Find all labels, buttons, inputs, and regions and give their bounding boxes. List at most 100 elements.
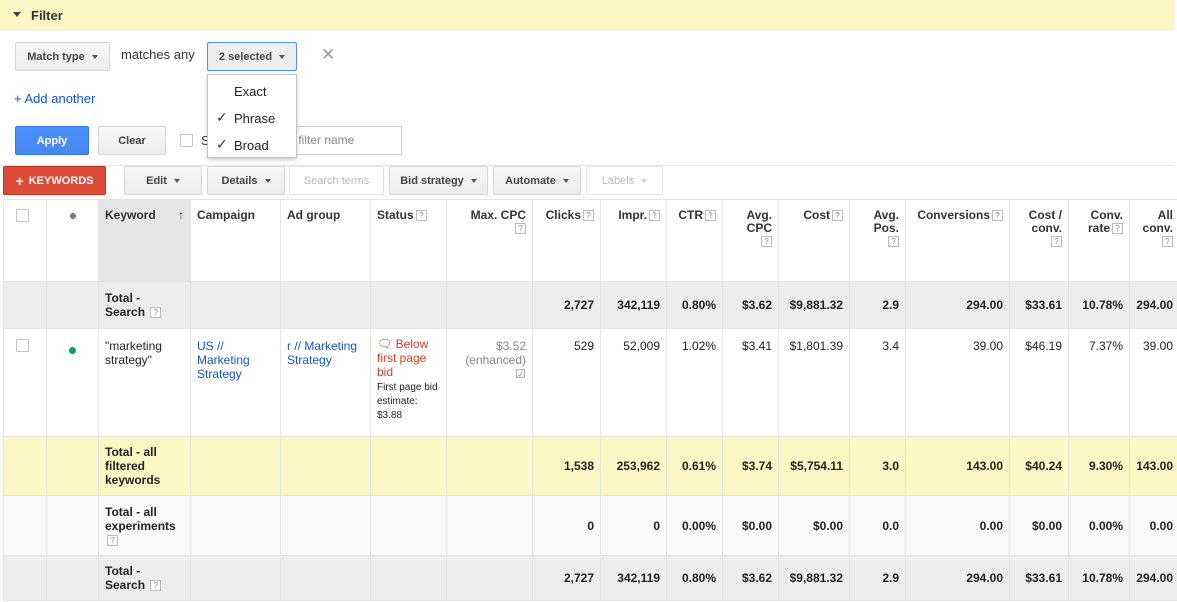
header-clicks[interactable]: Clicks?	[532, 199, 601, 282]
help-icon[interactable]: ?	[415, 210, 427, 222]
details-menu-button[interactable]: Details	[207, 166, 285, 195]
comment-icon[interactable]: 🗨	[377, 337, 392, 351]
clicks-value: 2,727	[532, 281, 601, 329]
option-exact[interactable]: Exact	[208, 77, 296, 104]
help-icon[interactable]: ?	[705, 210, 716, 222]
header-conversions[interactable]: Conversions?	[905, 199, 1010, 282]
total-label: Total -	[105, 291, 141, 305]
total-filtered-row: Total - all filtered keywords 1,538 253,…	[3, 436, 1177, 496]
header-label: Conv.	[1090, 208, 1123, 222]
match-type-options-menu: Exact ✓ Phrase ✓ Broad	[207, 74, 297, 158]
labels-label: Labels	[601, 174, 635, 187]
ctr-value: 0.80%	[666, 281, 723, 329]
max-cpc-cell[interactable]: $3.52 (enhanced) ☑	[446, 328, 533, 437]
help-icon[interactable]: ?	[761, 236, 772, 248]
header-avg-pos[interactable]: Avg. Pos.?	[849, 199, 906, 282]
clear-button[interactable]: Clear	[98, 126, 166, 155]
help-icon[interactable]: ?	[832, 210, 843, 222]
option-label: Broad	[234, 138, 269, 153]
save-filter-checkbox[interactable]	[180, 134, 193, 147]
help-icon[interactable]: ?	[150, 307, 162, 319]
filter-name-input[interactable]: r filter name	[286, 126, 402, 155]
search-terms-button[interactable]: Search terms	[289, 166, 384, 195]
header-ctr[interactable]: CTR?	[666, 199, 723, 282]
header-label: Campaign	[197, 208, 256, 222]
avg-pos-value: 3.4	[849, 328, 906, 437]
row-checkbox[interactable]	[16, 339, 29, 352]
empty-cell	[190, 281, 281, 329]
help-icon[interactable]: ?	[515, 223, 526, 235]
cost-per-conv-value: $33.61	[1009, 555, 1069, 601]
option-broad[interactable]: ✓ Broad	[208, 131, 296, 158]
all-conv-value: 294.00	[1129, 555, 1177, 601]
header-status[interactable]: Status?	[370, 199, 447, 282]
empty-cell	[280, 495, 371, 556]
chevron-down-icon	[279, 54, 286, 59]
table-header-row: Keyword ↑ Campaign Ad group Status? Max. …	[3, 199, 1177, 282]
bid-chart-icon[interactable]: ☑	[515, 367, 526, 381]
empty-cell	[446, 281, 533, 329]
help-icon[interactable]: ?	[992, 210, 1003, 222]
header-label: Cost	[803, 208, 830, 222]
plus-icon: +	[15, 172, 24, 189]
header-ad-group[interactable]: Ad group	[280, 199, 371, 282]
apply-button[interactable]: Apply	[15, 126, 89, 155]
sort-ascending-icon: ↑	[178, 208, 184, 222]
remove-condition-icon[interactable]: ✕	[321, 45, 335, 65]
header-label: Impr.	[618, 208, 647, 222]
empty-cell	[190, 495, 281, 556]
help-icon[interactable]: ?	[107, 534, 118, 546]
add-another-link[interactable]: + Add another	[14, 91, 95, 106]
select-all-checkbox[interactable]	[16, 209, 29, 222]
automate-menu-button[interactable]: Automate	[493, 166, 581, 195]
help-icon[interactable]: ?	[1051, 236, 1062, 248]
all-conv-value: 39.00	[1129, 328, 1177, 437]
clicks-value: 529	[532, 328, 601, 437]
help-icon[interactable]: ?	[649, 210, 660, 222]
bid-strategy-menu-button[interactable]: Bid strategy	[389, 166, 488, 195]
max-cpc-value: $3.52	[495, 339, 526, 353]
header-cost-per-conv[interactable]: Cost / conv.?	[1009, 199, 1069, 282]
help-icon[interactable]: ?	[583, 210, 594, 222]
help-icon[interactable]: ?	[1162, 236, 1173, 248]
total-search-row: Total - Search ? 2,727 342,119 0.80% $3.6…	[3, 555, 1177, 601]
header-cost[interactable]: Cost?	[778, 199, 850, 282]
add-keywords-button[interactable]: + KEYWORDS	[3, 166, 106, 195]
header-label: Avg.	[873, 208, 899, 222]
keywords-label: KEYWORDS	[28, 174, 94, 187]
all-conv-value: 294.00	[1129, 281, 1177, 329]
cost-per-conv-value: $40.24	[1009, 436, 1069, 496]
campaign-link[interactable]: US // Marketing Strategy	[190, 328, 281, 437]
match-type-button[interactable]: Match type	[15, 42, 110, 71]
keyword-cell[interactable]: "marketing strategy"	[98, 328, 191, 437]
header-label: conv.	[1142, 221, 1173, 235]
header-label: CPC	[746, 221, 772, 235]
filter-header[interactable]: Filter	[0, 0, 1174, 30]
cost-value: $0.00	[778, 495, 850, 556]
ctr-value: 0.80%	[666, 555, 723, 601]
conversions-value: 294.00	[905, 555, 1010, 601]
row-select-cell	[3, 328, 47, 437]
status-dot-icon	[69, 213, 76, 219]
help-icon[interactable]: ?	[888, 236, 899, 248]
header-keyword[interactable]: Keyword ↑	[98, 199, 191, 282]
help-icon[interactable]: ?	[150, 580, 162, 592]
selected-count-dropdown[interactable]: 2 selected	[207, 42, 297, 71]
header-avg-cpc[interactable]: Avg. CPC?	[722, 199, 779, 282]
header-conv-rate[interactable]: Conv. rate?	[1068, 199, 1130, 282]
empty-cell	[3, 281, 47, 329]
header-campaign[interactable]: Campaign	[190, 199, 281, 282]
all-conv-value: 143.00	[1129, 436, 1177, 496]
help-icon[interactable]: ?	[1112, 223, 1123, 235]
ad-group-link[interactable]: r // Marketing Strategy	[280, 328, 371, 437]
keywords-table: Keyword ↑ Campaign Ad group Status? Max. …	[3, 199, 1177, 601]
header-max-cpc[interactable]: Max. CPC?	[446, 199, 533, 282]
labels-menu-button[interactable]: Labels	[586, 166, 663, 195]
header-impr[interactable]: Impr.?	[600, 199, 667, 282]
collapse-triangle-icon[interactable]	[13, 12, 21, 17]
edit-menu-button[interactable]: Edit	[124, 166, 202, 195]
match-type-label: Match type	[27, 50, 85, 63]
empty-cell	[446, 555, 533, 601]
option-phrase[interactable]: ✓ Phrase	[208, 104, 296, 131]
header-all-conv[interactable]: All conv.?	[1129, 199, 1177, 282]
